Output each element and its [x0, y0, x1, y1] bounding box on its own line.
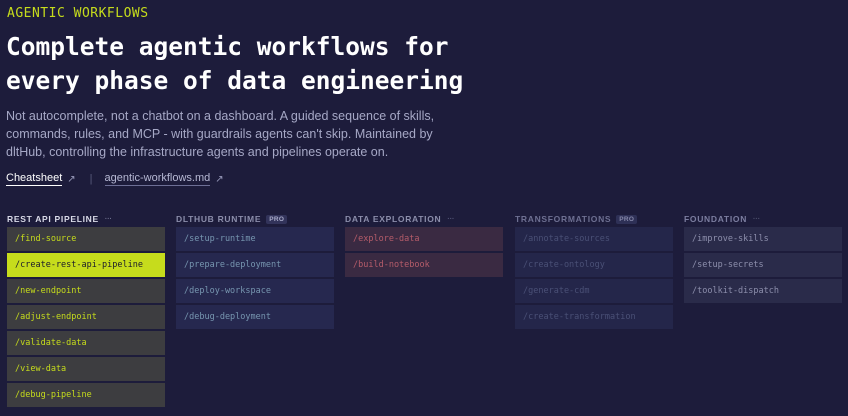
- command-build-notebook[interactable]: /build-notebook: [345, 253, 503, 277]
- column-header: REST API PIPELINE ···: [7, 212, 165, 226]
- command-create-rest-api-pipeline[interactable]: /create-rest-api-pipeline: [7, 253, 165, 277]
- column-transformations: TRANSFORMATIONS PRO /annotate-sources /c…: [515, 212, 673, 329]
- doc-links: Cheatsheet ↗ | agentic-workflows.md ↗: [6, 172, 224, 186]
- command-toolkit-dispatch[interactable]: /toolkit-dispatch: [684, 279, 842, 303]
- eyebrow-label: AGENTIC WORKFLOWS: [7, 6, 149, 21]
- command-create-ontology[interactable]: /create-ontology: [515, 253, 673, 277]
- column-rest-api-pipeline: REST API PIPELINE ··· /find-source /crea…: [7, 212, 165, 407]
- command-debug-deployment[interactable]: /debug-deployment: [176, 305, 334, 329]
- cheatsheet-link-label: Cheatsheet: [6, 172, 63, 186]
- workflows-file-link-label: agentic-workflows.md: [104, 172, 211, 186]
- workflows-file-link[interactable]: agentic-workflows.md ↗: [104, 172, 224, 186]
- more-dots-icon: ···: [753, 215, 761, 223]
- more-dots-icon: ···: [447, 215, 455, 223]
- command-find-source[interactable]: /find-source: [7, 227, 165, 251]
- intro-line-3: dltHub, controlling the infrastructure a…: [6, 145, 389, 159]
- command-debug-pipeline[interactable]: /debug-pipeline: [7, 383, 165, 407]
- column-header: FOUNDATION ···: [684, 212, 842, 226]
- command-generate-cdm[interactable]: /generate-cdm: [515, 279, 673, 303]
- command-view-data[interactable]: /view-data: [7, 357, 165, 381]
- column-dlthub-runtime: DLTHUB RUNTIME PRO /setup-runtime /prepa…: [176, 212, 334, 329]
- column-title: FOUNDATION: [684, 214, 748, 224]
- command-prepare-deployment[interactable]: /prepare-deployment: [176, 253, 334, 277]
- command-create-transformation[interactable]: /create-transformation: [515, 305, 673, 329]
- column-header: DLTHUB RUNTIME PRO: [176, 212, 334, 226]
- column-title: REST API PIPELINE: [7, 214, 99, 224]
- page-title-line-2: every phase of data engineering: [6, 66, 464, 95]
- page-title: Complete agentic workflows for every pha…: [6, 30, 566, 98]
- cheatsheet-link[interactable]: Cheatsheet ↗: [6, 172, 76, 186]
- column-foundation: FOUNDATION ··· /improve-skills /setup-se…: [684, 212, 842, 303]
- pro-badge: PRO: [266, 214, 288, 224]
- page: AGENTIC WORKFLOWS Complete agentic workf…: [0, 0, 848, 416]
- intro-line-2: commands, rules, and MCP - with guardrai…: [6, 127, 433, 141]
- column-title: DLTHUB RUNTIME: [176, 214, 262, 224]
- link-separator: |: [89, 173, 93, 185]
- command-deploy-workspace[interactable]: /deploy-workspace: [176, 279, 334, 303]
- command-new-endpoint[interactable]: /new-endpoint: [7, 279, 165, 303]
- command-annotate-sources[interactable]: /annotate-sources: [515, 227, 673, 251]
- command-setup-secrets[interactable]: /setup-secrets: [684, 253, 842, 277]
- command-validate-data[interactable]: /validate-data: [7, 331, 165, 355]
- command-explore-data[interactable]: /explore-data: [345, 227, 503, 251]
- intro-line-1: Not autocomplete, not a chatbot on a das…: [6, 109, 435, 123]
- page-title-line-1: Complete agentic workflows for: [6, 32, 449, 61]
- column-header: TRANSFORMATIONS PRO: [515, 212, 673, 226]
- pro-badge: PRO: [616, 214, 638, 224]
- command-setup-runtime[interactable]: /setup-runtime: [176, 227, 334, 251]
- command-improve-skills[interactable]: /improve-skills: [684, 227, 842, 251]
- column-data-exploration: DATA EXPLORATION ··· /explore-data /buil…: [345, 212, 503, 277]
- column-title: DATA EXPLORATION: [345, 214, 442, 224]
- intro-paragraph: Not autocomplete, not a chatbot on a das…: [6, 107, 435, 161]
- more-dots-icon: ···: [104, 215, 112, 223]
- command-adjust-endpoint[interactable]: /adjust-endpoint: [7, 305, 165, 329]
- column-header: DATA EXPLORATION ···: [345, 212, 503, 226]
- column-title: TRANSFORMATIONS: [515, 214, 612, 224]
- external-arrow-icon: ↗: [67, 173, 76, 185]
- external-arrow-icon: ↗: [215, 173, 224, 185]
